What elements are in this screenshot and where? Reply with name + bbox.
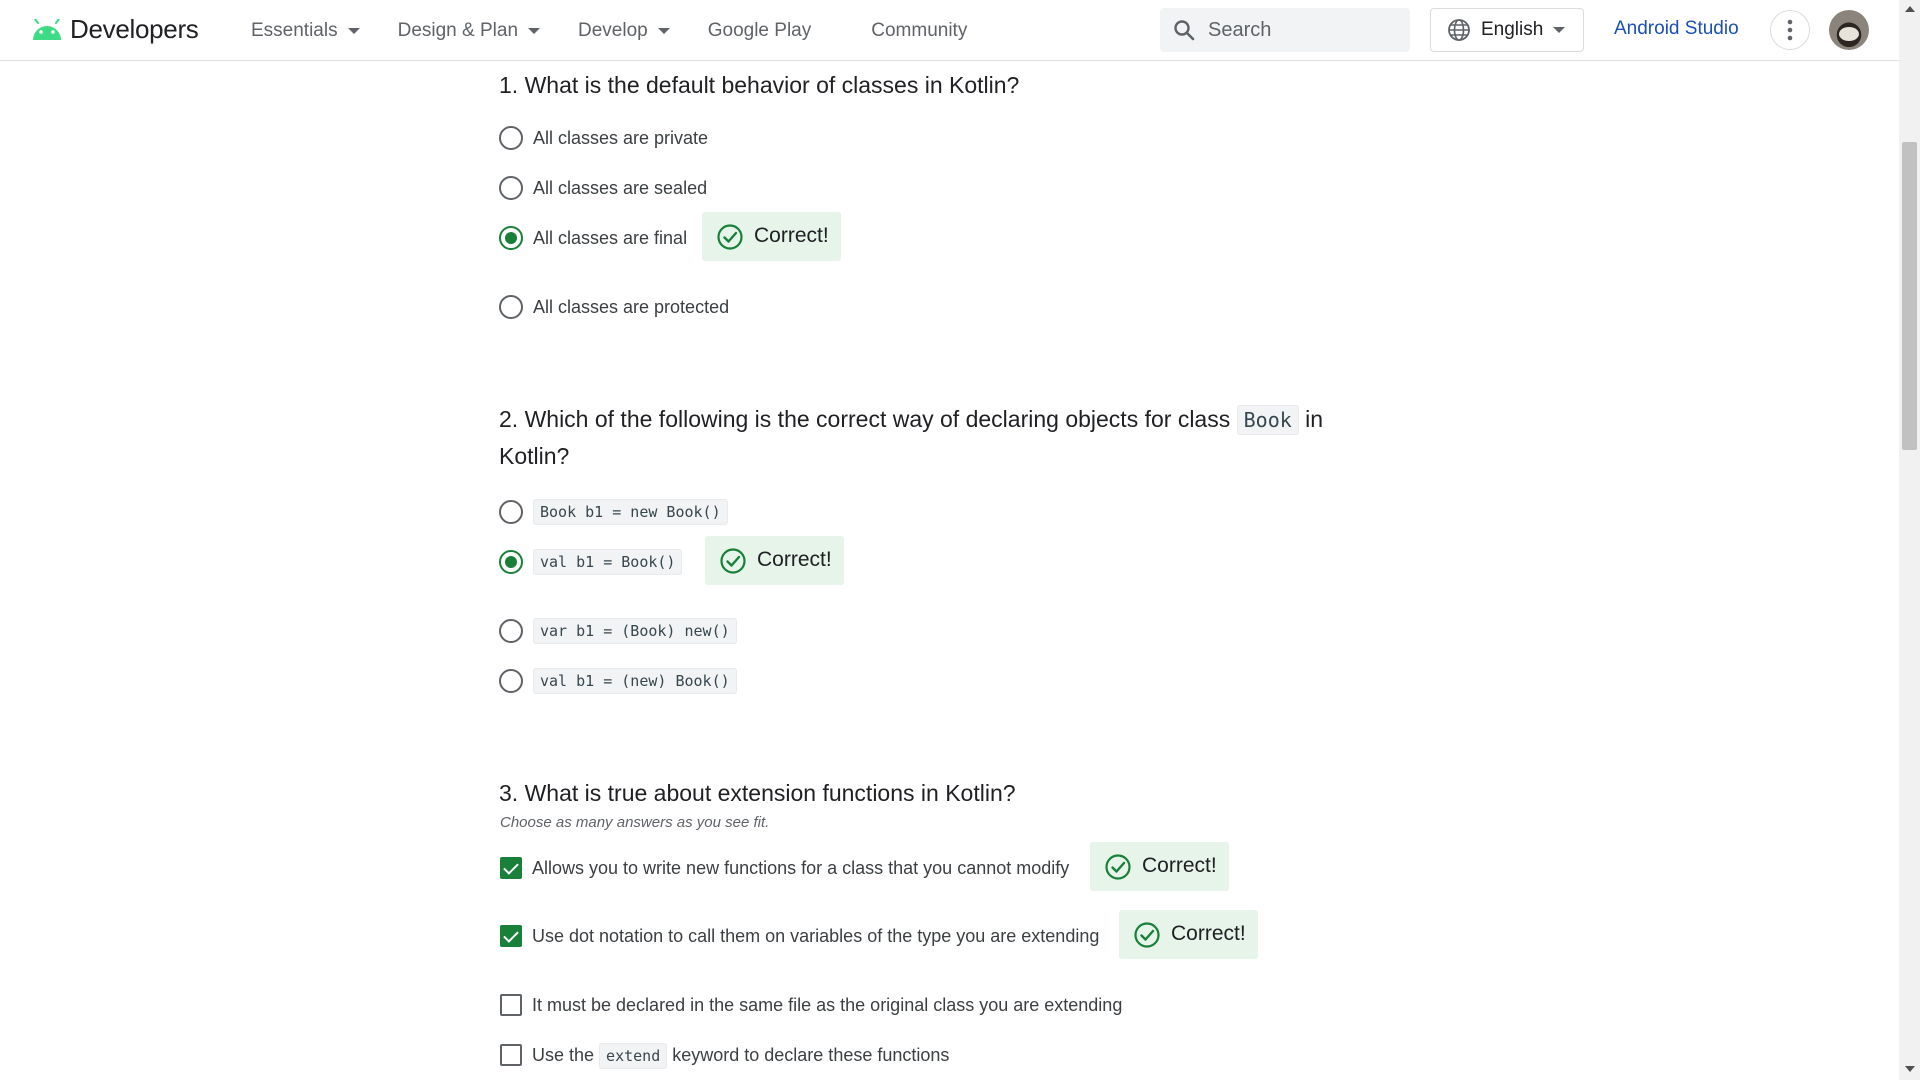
q2-option-4[interactable]: val b1 = (new) Book() xyxy=(499,664,737,698)
q3-option-2[interactable]: Use dot notation to call them on variabl… xyxy=(499,919,1099,953)
android-icon xyxy=(33,18,61,40)
developers-logo[interactable]: Developers xyxy=(30,14,199,45)
feedback-text: Correct! xyxy=(1142,853,1217,877)
feedback-text: Correct! xyxy=(1171,921,1246,945)
search-icon xyxy=(1174,20,1195,41)
correct-feedback: Correct! xyxy=(1119,910,1258,959)
inline-code: Book xyxy=(1236,405,1299,435)
q3-option-3[interactable]: It must be declared in the same file as … xyxy=(499,988,1122,1022)
check-circle-icon xyxy=(717,223,743,250)
chevron-down-icon xyxy=(347,27,360,34)
q2-option-1[interactable]: Book b1 = new Book() xyxy=(499,495,728,529)
correct-feedback: Correct! xyxy=(1090,842,1229,891)
option-label: Use the extend keyword to declare these … xyxy=(532,1042,950,1069)
nav-label: Design & Plan xyxy=(397,19,519,41)
radio-button[interactable] xyxy=(499,619,523,643)
feedback-text: Correct! xyxy=(757,547,832,571)
checkbox-checked[interactable] xyxy=(500,925,522,947)
option-code: Book b1 = new Book() xyxy=(533,499,728,525)
language-label: English xyxy=(1481,19,1544,40)
option-label: All classes are final xyxy=(533,227,688,248)
q1-option-1[interactable]: All classes are private xyxy=(499,121,708,155)
q1-option-3[interactable]: All classes are final xyxy=(499,221,687,255)
scroll-thumb[interactable] xyxy=(1902,142,1917,450)
chevron-down-icon xyxy=(1553,27,1566,33)
check-circle-icon xyxy=(1105,853,1131,880)
radio-button[interactable] xyxy=(499,295,523,319)
radio-button-selected[interactable] xyxy=(499,226,523,250)
option-text: keyword to declare these functions xyxy=(667,1044,950,1065)
option-label: Allows you to write new functions for a … xyxy=(532,857,1070,878)
nav-label: Community xyxy=(871,19,968,41)
q1-option-4[interactable]: All classes are protected xyxy=(499,290,729,324)
option-label: It must be declared in the same file as … xyxy=(532,994,1123,1015)
option-label: All classes are sealed xyxy=(533,177,708,198)
question-2-title: 2. Which of the following is the correct… xyxy=(499,401,1379,474)
radio-button[interactable] xyxy=(499,126,523,150)
chevron-down-icon xyxy=(528,27,541,34)
nav-label: Develop xyxy=(578,19,648,41)
radio-button[interactable] xyxy=(499,669,523,693)
nav-essentials[interactable]: Essentials xyxy=(251,20,360,42)
checkbox-checked[interactable] xyxy=(500,857,522,879)
radio-button[interactable] xyxy=(499,176,523,200)
option-code: val b1 = Book() xyxy=(533,549,683,575)
q2-option-2[interactable]: val b1 = Book() xyxy=(499,545,683,579)
more-options-button[interactable] xyxy=(1770,10,1810,50)
checkbox[interactable] xyxy=(500,994,522,1016)
nav-community[interactable]: Community xyxy=(871,20,967,42)
nav-label: Essentials xyxy=(251,19,338,41)
check-circle-icon xyxy=(1134,921,1160,948)
scroll-up-arrow-icon[interactable] xyxy=(1905,6,1915,12)
question-3-title: 3. What is true about extension function… xyxy=(499,780,1016,806)
scroll-down-arrow-icon[interactable] xyxy=(1905,1066,1915,1072)
feedback-text: Correct! xyxy=(754,223,829,247)
option-code: var b1 = (Book) new() xyxy=(533,618,737,644)
nav-label: Google Play xyxy=(707,19,812,41)
nav-google-play[interactable]: Google Play xyxy=(708,20,812,42)
question-1-title: 1. What is the default behavior of class… xyxy=(499,72,1020,98)
search-placeholder: Search xyxy=(1208,18,1272,41)
option-label: Use dot notation to call them on variabl… xyxy=(532,925,1100,946)
check-circle-icon xyxy=(720,547,746,574)
correct-feedback: Correct! xyxy=(705,536,844,585)
search-input[interactable]: Search xyxy=(1160,8,1410,52)
option-label: All classes are protected xyxy=(533,296,730,317)
radio-button-selected[interactable] xyxy=(499,550,523,574)
nav-develop[interactable]: Develop xyxy=(578,20,670,42)
q3-option-4[interactable]: Use the extend keyword to declare these … xyxy=(499,1038,949,1072)
scrollbar[interactable] xyxy=(1899,0,1920,1080)
main-nav: Essentials Design & Plan Develop Google … xyxy=(251,0,1005,61)
chevron-down-icon xyxy=(657,27,670,34)
nav-design-plan[interactable]: Design & Plan xyxy=(397,19,541,42)
globe-icon xyxy=(1448,19,1470,41)
top-header: Developers Essentials Design & Plan Deve… xyxy=(0,0,1899,61)
q2-option-3[interactable]: var b1 = (Book) new() xyxy=(499,614,737,648)
inline-code: extend xyxy=(599,1042,668,1069)
logo-text: Developers xyxy=(70,14,199,44)
option-label: All classes are private xyxy=(533,127,709,148)
radio-button[interactable] xyxy=(499,500,523,524)
language-selector[interactable]: English xyxy=(1430,8,1584,52)
android-studio-link[interactable]: Android Studio xyxy=(1614,18,1739,40)
checkbox[interactable] xyxy=(500,1044,522,1066)
more-vert-icon xyxy=(1787,19,1793,41)
question-hint: Choose as many answers as you see fit. xyxy=(500,814,770,831)
question-text: 2. Which of the following is the correct… xyxy=(499,406,1237,432)
q1-option-2[interactable]: All classes are sealed xyxy=(499,171,707,205)
q3-option-1[interactable]: Allows you to write new functions for a … xyxy=(499,851,1069,885)
avatar[interactable] xyxy=(1829,10,1869,50)
correct-feedback: Correct! xyxy=(702,212,841,261)
option-code: val b1 = (new) Book() xyxy=(533,668,737,694)
option-text: Use the xyxy=(532,1044,600,1065)
